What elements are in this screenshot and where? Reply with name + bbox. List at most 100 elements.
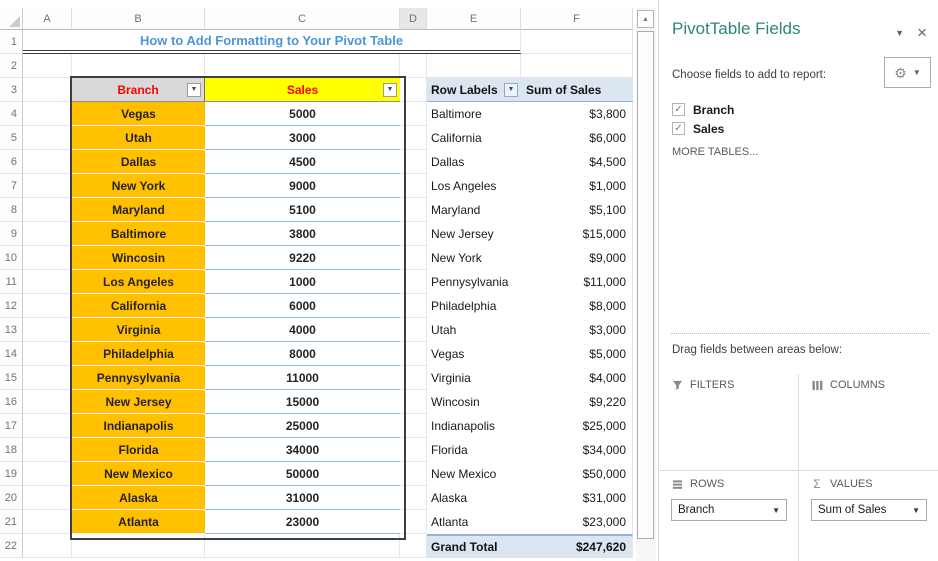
row-header-21[interactable]: 21	[0, 510, 23, 534]
row-header-11[interactable]: 11	[0, 270, 23, 294]
row-header-18[interactable]: 18	[0, 438, 23, 462]
cell-C6[interactable]: 4500	[205, 150, 400, 174]
cell-E17[interactable]: Indianapolis	[427, 414, 521, 438]
cell-C9[interactable]: 3800	[205, 222, 400, 246]
column-header-E[interactable]: E	[427, 8, 521, 30]
rows-field-button[interactable]: Branch ▼	[671, 499, 787, 521]
cell-E3[interactable]: Row Labels ▼	[427, 78, 521, 102]
cell-E10[interactable]: New York	[427, 246, 521, 270]
cell-D10[interactable]	[400, 246, 427, 270]
cell-D11[interactable]	[400, 270, 427, 294]
cell-F6[interactable]: $4,500	[521, 150, 633, 174]
cell-E16[interactable]: Wincosin	[427, 390, 521, 414]
sales-filter-button[interactable]: ▼	[383, 82, 397, 97]
cell-D4[interactable]	[400, 102, 427, 126]
cell-F18[interactable]: $34,000	[521, 438, 633, 462]
cell-C3[interactable]: Sales ▼	[205, 78, 400, 102]
cell-D3[interactable]	[400, 78, 427, 102]
cell-E22[interactable]: Grand Total	[427, 534, 521, 558]
cell-C11[interactable]: 1000	[205, 270, 400, 294]
cell-D20[interactable]	[400, 486, 427, 510]
row-header-3[interactable]: 3	[0, 78, 23, 102]
cell-D9[interactable]	[400, 222, 427, 246]
cell-C4[interactable]: 5000	[205, 102, 400, 126]
row-header-20[interactable]: 20	[0, 486, 23, 510]
cell-B17[interactable]: Indianapolis	[72, 414, 205, 438]
cell-C5[interactable]: 3000	[205, 126, 400, 150]
cell-B2[interactable]	[72, 54, 205, 78]
cell-D19[interactable]	[400, 462, 427, 486]
cell-F20[interactable]: $31,000	[521, 486, 633, 510]
cell-D13[interactable]	[400, 318, 427, 342]
more-tables-link[interactable]: MORE TABLES...	[672, 146, 758, 158]
row-header-16[interactable]: 16	[0, 390, 23, 414]
cell-B13[interactable]: Virginia	[72, 318, 205, 342]
cell-F2[interactable]	[521, 54, 633, 78]
cell-A9[interactable]	[23, 222, 72, 246]
row-header-10[interactable]: 10	[0, 246, 23, 270]
cell-F10[interactable]: $9,000	[521, 246, 633, 270]
cell-F21[interactable]: $23,000	[521, 510, 633, 534]
cell-D2[interactable]	[400, 54, 427, 78]
cell-F7[interactable]: $1,000	[521, 174, 633, 198]
cell-D22[interactable]	[400, 534, 427, 558]
row-header-14[interactable]: 14	[0, 342, 23, 366]
vertical-scrollbar[interactable]: ▲	[636, 8, 656, 561]
cell-A11[interactable]	[23, 270, 72, 294]
cell-F5[interactable]: $6,000	[521, 126, 633, 150]
row-header-19[interactable]: 19	[0, 462, 23, 486]
cell-D7[interactable]	[400, 174, 427, 198]
columns-area[interactable]: COLUMNS	[799, 372, 938, 470]
cell-E4[interactable]: Baltimore	[427, 102, 521, 126]
cell-B16[interactable]: New Jersey	[72, 390, 205, 414]
cell-A7[interactable]	[23, 174, 72, 198]
cell-B9[interactable]: Baltimore	[72, 222, 205, 246]
row-header-7[interactable]: 7	[0, 174, 23, 198]
cell-F8[interactable]: $5,100	[521, 198, 633, 222]
cell-F15[interactable]: $4,000	[521, 366, 633, 390]
cell-F22[interactable]: $247,620	[521, 534, 633, 558]
cell-F4[interactable]: $3,800	[521, 102, 633, 126]
cell-F12[interactable]: $8,000	[521, 294, 633, 318]
cell-B15[interactable]: Pennysylvania	[72, 366, 205, 390]
field-item-branch[interactable]: ✓ Branch	[672, 100, 734, 119]
cell-C13[interactable]: 4000	[205, 318, 400, 342]
cell-A19[interactable]	[23, 462, 72, 486]
column-header-F[interactable]: F	[521, 8, 633, 30]
tools-button[interactable]: ⚙ ▼	[884, 57, 931, 88]
cell-E11[interactable]: Pennysylvania	[427, 270, 521, 294]
cell-A8[interactable]	[23, 198, 72, 222]
cell-E14[interactable]: Vegas	[427, 342, 521, 366]
cell-A4[interactable]	[23, 102, 72, 126]
cell-A13[interactable]	[23, 318, 72, 342]
pane-options-dropdown-icon[interactable]: ▼	[895, 28, 904, 38]
values-area[interactable]: Σ VALUES Sum of Sales ▼	[799, 471, 938, 561]
cell-C8[interactable]: 5100	[205, 198, 400, 222]
cell-F19[interactable]: $50,000	[521, 462, 633, 486]
cell-B21[interactable]: Atlanta	[72, 510, 205, 534]
cell-B18[interactable]: Florida	[72, 438, 205, 462]
column-header-B[interactable]: B	[72, 8, 205, 30]
cell-C20[interactable]: 31000	[205, 486, 400, 510]
cell-D17[interactable]	[400, 414, 427, 438]
rows-area[interactable]: ROWS Branch ▼	[659, 471, 798, 561]
sheet-title-cell[interactable]: How to Add Formatting to Your Pivot Tabl…	[23, 30, 521, 54]
cell-E5[interactable]: California	[427, 126, 521, 150]
cell-B3[interactable]: Branch ▼	[72, 78, 205, 102]
cell-F16[interactable]: $9,220	[521, 390, 633, 414]
checkbox-checked-icon[interactable]: ✓	[672, 122, 685, 135]
cell-A3[interactable]	[23, 78, 72, 102]
row-header-15[interactable]: 15	[0, 366, 23, 390]
cell-B8[interactable]: Maryland	[72, 198, 205, 222]
cell-E2[interactable]	[427, 54, 521, 78]
cell-F17[interactable]: $25,000	[521, 414, 633, 438]
cell-F9[interactable]: $15,000	[521, 222, 633, 246]
cell-B7[interactable]: New York	[72, 174, 205, 198]
cell-B5[interactable]: Utah	[72, 126, 205, 150]
row-header-8[interactable]: 8	[0, 198, 23, 222]
cell-C15[interactable]: 11000	[205, 366, 400, 390]
column-header-A[interactable]: A	[23, 8, 72, 30]
cell-D14[interactable]	[400, 342, 427, 366]
cell-F13[interactable]: $3,000	[521, 318, 633, 342]
cell-F3[interactable]: Sum of Sales	[521, 78, 633, 102]
